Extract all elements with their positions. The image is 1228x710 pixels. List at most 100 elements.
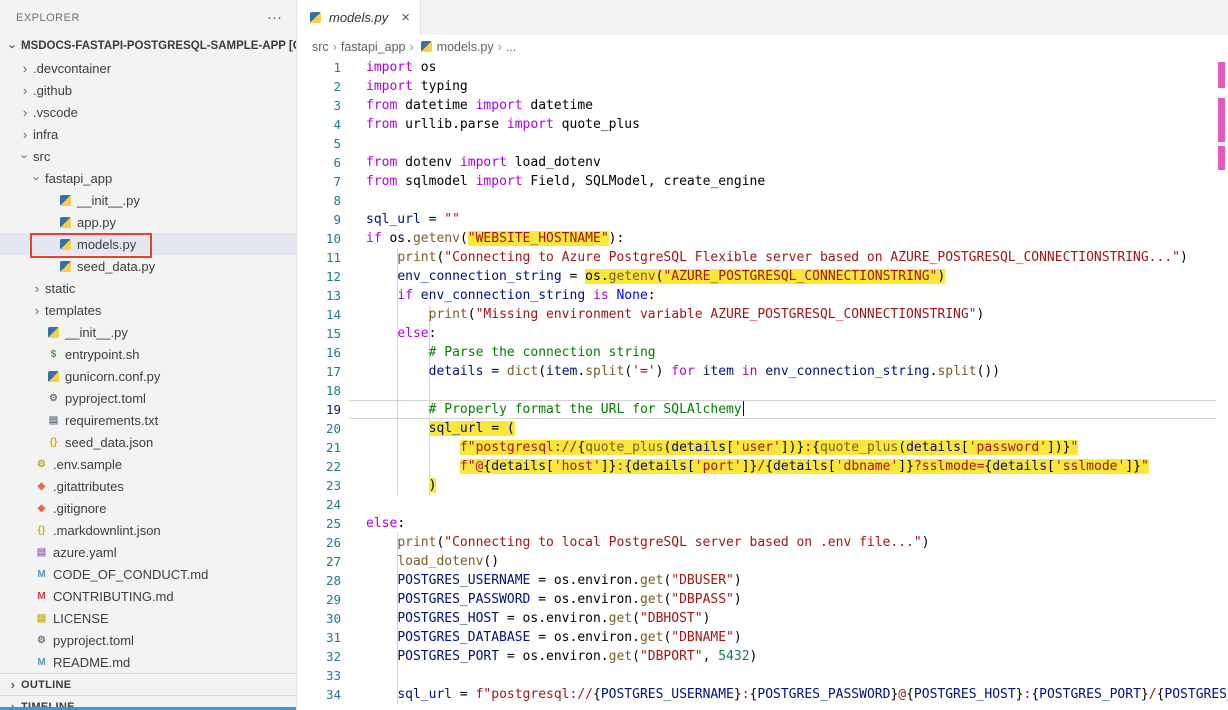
chevron-down-icon: ›	[6, 38, 21, 54]
code-line-2[interactable]: 2import typing	[297, 77, 1228, 96]
tree-file-README.md[interactable]: MREADME.md	[0, 651, 296, 673]
tree-folder-static[interactable]: ›static	[0, 277, 296, 299]
code-line-28[interactable]: 28 POSTGRES_USERNAME = os.environ.get("D…	[297, 571, 1228, 590]
python-icon	[57, 217, 74, 228]
tree-file-CONTRIBUTING.md[interactable]: MCONTRIBUTING.md	[0, 585, 296, 607]
code-line-4[interactable]: 4from urllib.parse import quote_plus	[297, 115, 1228, 134]
line-content: env_connection_string = os.getenv("AZURE…	[366, 267, 945, 286]
tree-folder-.vscode[interactable]: ›.vscode	[0, 101, 296, 123]
tree-file-pyproject.toml[interactable]: ⚙pyproject.toml	[0, 387, 296, 409]
md-blue-icon: M	[33, 569, 50, 580]
md-red-icon: M	[33, 591, 50, 602]
tree-file-azure.yaml[interactable]: ▤azure.yaml	[0, 541, 296, 563]
tree-folder-.devcontainer[interactable]: ›.devcontainer	[0, 57, 296, 79]
line-number: 17	[297, 362, 341, 381]
code-line-31[interactable]: 31 POSTGRES_DATABASE = os.environ.get("D…	[297, 628, 1228, 647]
tree-file-gunicorn.conf.py[interactable]: gunicorn.conf.py	[0, 365, 296, 387]
code-line-13[interactable]: 13 if env_connection_string is None:	[297, 286, 1228, 305]
code-line-25[interactable]: 25else:	[297, 514, 1228, 533]
tree-folder-templates[interactable]: ›templates	[0, 299, 296, 321]
code-line-15[interactable]: 15 else:	[297, 324, 1228, 343]
code-editor[interactable]: 1import os2import typing3from datetime i…	[297, 58, 1228, 710]
tree-file-entrypoint.sh[interactable]: $entrypoint.sh	[0, 343, 296, 365]
code-line-27[interactable]: 27 load_dotenv()	[297, 552, 1228, 571]
tree-file-seed_data.json[interactable]: {}seed_data.json	[0, 431, 296, 453]
python-icon	[45, 371, 62, 382]
tree-item-label: static	[45, 281, 75, 296]
tree-folder-.github[interactable]: ›.github	[0, 79, 296, 101]
tree-file-requirements.txt[interactable]: ▤requirements.txt	[0, 409, 296, 431]
code-line-32[interactable]: 32 POSTGRES_PORT = os.environ.get("DBPOR…	[297, 647, 1228, 666]
tree-file-seed_data.py[interactable]: seed_data.py	[0, 255, 296, 277]
code-line-12[interactable]: 12 env_connection_string = os.getenv("AZ…	[297, 267, 1228, 286]
tree-file-app.py[interactable]: app.py	[0, 211, 296, 233]
breadcrumb-item-...[interactable]: ...	[506, 40, 516, 54]
tree-file-__init__.py[interactable]: __init__.py	[0, 189, 296, 211]
tree-root-folder[interactable]: › MSDOCS-FASTAPI-POSTGRESQL-SAMPLE-APP […	[0, 35, 296, 57]
line-number: 20	[297, 419, 341, 438]
code-line-14[interactable]: 14 print("Missing environment variable A…	[297, 305, 1228, 324]
line-number: 2	[297, 77, 341, 96]
line-content: import os	[366, 58, 436, 77]
tree-file-pyproject.toml[interactable]: ⚙pyproject.toml	[0, 629, 296, 651]
code-line-6[interactable]: 6from dotenv import load_dotenv	[297, 153, 1228, 172]
tree-item-label: __init__.py	[77, 193, 140, 208]
section-outline[interactable]: ›OUTLINE	[0, 673, 296, 695]
tree-file-LICENSE[interactable]: ▤LICENSE	[0, 607, 296, 629]
code-line-24[interactable]: 24	[297, 495, 1228, 514]
code-line-1[interactable]: 1import os	[297, 58, 1228, 77]
code-line-34[interactable]: 34 sql_url = f"postgresql://{POSTGRES_US…	[297, 685, 1228, 704]
line-content: if os.getenv("WEBSITE_HOSTNAME"):	[366, 229, 624, 248]
breadcrumb-item-src[interactable]: src	[312, 40, 329, 54]
tree-file-CODE_OF_CONDUCT.md[interactable]: MCODE_OF_CONDUCT.md	[0, 563, 296, 585]
tab-models-py[interactable]: models.py ×	[297, 0, 421, 35]
breadcrumb-label: models.py	[437, 40, 494, 54]
tab-bar: models.py ×	[297, 0, 1228, 35]
code-line-16[interactable]: 16 # Parse the connection string	[297, 343, 1228, 362]
text-cursor	[743, 401, 745, 416]
code-line-26[interactable]: 26 print("Connecting to local PostgreSQL…	[297, 533, 1228, 552]
code-line-7[interactable]: 7from sqlmodel import Field, SQLModel, c…	[297, 172, 1228, 191]
line-number: 6	[297, 153, 341, 172]
tree-file-.markdownlint.json[interactable]: {}.markdownlint.json	[0, 519, 296, 541]
line-number: 10	[297, 229, 341, 248]
code-line-19[interactable]: 19 # Properly format the URL for SQLAlch…	[297, 400, 1228, 419]
code-line-33[interactable]: 33	[297, 666, 1228, 685]
tree-item-label: __init__.py	[65, 325, 128, 340]
code-line-29[interactable]: 29 POSTGRES_PASSWORD = os.environ.get("D…	[297, 590, 1228, 609]
tree-file-.env.sample[interactable]: ⚙.env.sample	[0, 453, 296, 475]
code-line-9[interactable]: 9sql_url = ""	[297, 210, 1228, 229]
tree-folder-src[interactable]: ›src	[0, 145, 296, 167]
line-number: 30	[297, 609, 341, 628]
tree-file-__init__.py[interactable]: __init__.py	[0, 321, 296, 343]
tree-folder-infra[interactable]: ›infra	[0, 123, 296, 145]
tree-file-.gitattributes[interactable]: ◆.gitattributes	[0, 475, 296, 497]
tree-file-.gitignore[interactable]: ◆.gitignore	[0, 497, 296, 519]
python-icon	[57, 261, 74, 272]
code-line-5[interactable]: 5	[297, 134, 1228, 153]
code-line-22[interactable]: 22 f"@{details['host']}:{details['port']…	[297, 457, 1228, 476]
code-line-3[interactable]: 3from datetime import datetime	[297, 96, 1228, 115]
code-line-11[interactable]: 11 print("Connecting to Azure PostgreSQL…	[297, 248, 1228, 267]
line-content: else:	[366, 514, 405, 533]
line-content: POSTGRES_HOST = os.environ.get("DBHOST")	[366, 609, 710, 628]
bottom-sections: ›OUTLINE›TIMELINE	[0, 673, 296, 710]
line-content: print("Connecting to local PostgreSQL se…	[366, 533, 930, 552]
more-actions-icon[interactable]: ···	[267, 9, 282, 26]
line-content: )	[366, 476, 436, 495]
breadcrumb-item-fastapi_app[interactable]: fastapi_app	[341, 40, 406, 54]
code-line-10[interactable]: 10 if os.getenv("WEBSITE_HOSTNAME"):	[297, 229, 1228, 248]
tree-file-models.py[interactable]: models.py	[0, 233, 296, 255]
code-line-8[interactable]: 8	[297, 191, 1228, 210]
tree-folder-fastapi_app[interactable]: ›fastapi_app	[0, 167, 296, 189]
code-line-20[interactable]: 20 sql_url = (	[297, 419, 1228, 438]
code-line-18[interactable]: 18	[297, 381, 1228, 400]
close-tab-icon[interactable]: ×	[401, 10, 410, 25]
breadcrumb-separator: ›	[333, 40, 337, 54]
python-icon	[418, 41, 435, 52]
code-line-21[interactable]: 21 f"postgresql://{quote_plus(details['u…	[297, 438, 1228, 457]
code-line-17[interactable]: 17 details = dict(item.split('=') for it…	[297, 362, 1228, 381]
code-line-30[interactable]: 30 POSTGRES_HOST = os.environ.get("DBHOS…	[297, 609, 1228, 628]
breadcrumb-item-models.py[interactable]: models.py	[418, 40, 494, 54]
code-line-23[interactable]: 23 )	[297, 476, 1228, 495]
